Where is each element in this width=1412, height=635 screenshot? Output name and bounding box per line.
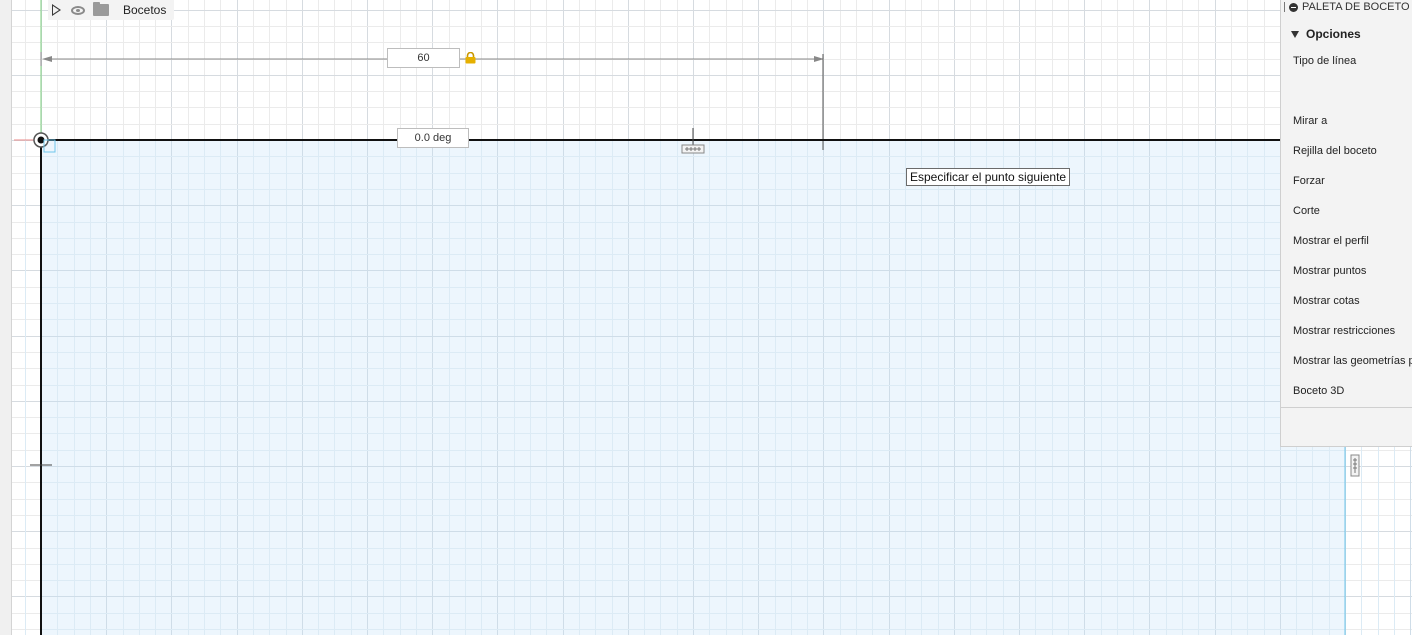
palette-header[interactable]: PALETA DE BOCETO [1281,0,1412,14]
palette-item-3d-sketch[interactable]: Boceto 3D [1281,376,1412,406]
palette-item-show-points[interactable]: Mostrar puntos [1281,256,1412,286]
sketch-canvas[interactable] [0,0,1412,635]
length-dimension-input[interactable]: 60 [387,48,460,68]
palette-section-label: Opciones [1306,27,1361,41]
sketch-palette: PALETA DE BOCETO Opciones Tipo de línea … [1280,0,1412,447]
left-panel-edge [0,0,12,635]
lock-icon[interactable] [465,52,476,64]
collapse-palette-icon[interactable] [1289,2,1298,12]
palette-section-options[interactable]: Opciones [1281,22,1412,46]
browser-node-label: Bocetos [123,3,167,17]
palette-linetype-controls [1281,76,1412,106]
angle-dimension-input[interactable]: 0.0 deg [397,128,469,148]
visibility-eye-icon[interactable] [71,5,85,15]
palette-item-show-profile[interactable]: Mostrar el perfil [1281,226,1412,256]
palette-drag-handle[interactable] [1284,2,1285,12]
expand-triangle-icon[interactable] [52,4,61,16]
palette-item-sketch-grid[interactable]: Rejilla del boceto [1281,136,1412,166]
horizontal-constraint-icon [681,144,705,154]
palette-item-show-projected-geometries[interactable]: Mostrar las geometrías p [1281,346,1412,376]
palette-divider [1281,407,1412,408]
folder-icon [93,2,109,16]
browser-node-sketches[interactable]: Bocetos [48,0,175,20]
palette-item-show-dimensions[interactable]: Mostrar cotas [1281,286,1412,316]
palette-title: PALETA DE BOCETO [1302,1,1410,13]
palette-item-linetype[interactable]: Tipo de línea [1281,46,1412,76]
palette-item-slice[interactable]: Corte [1281,196,1412,226]
palette-item-look-at[interactable]: Mirar a [1281,106,1412,136]
palette-item-snap[interactable]: Forzar [1281,166,1412,196]
prompt-tooltip: Especificar el punto siguiente [906,168,1071,186]
vertical-constraint-icon [1350,454,1360,477]
palette-item-show-constraints[interactable]: Mostrar restricciones [1281,316,1412,346]
section-caret-icon[interactable] [1291,30,1299,38]
dimension-arrow-left [42,56,52,62]
